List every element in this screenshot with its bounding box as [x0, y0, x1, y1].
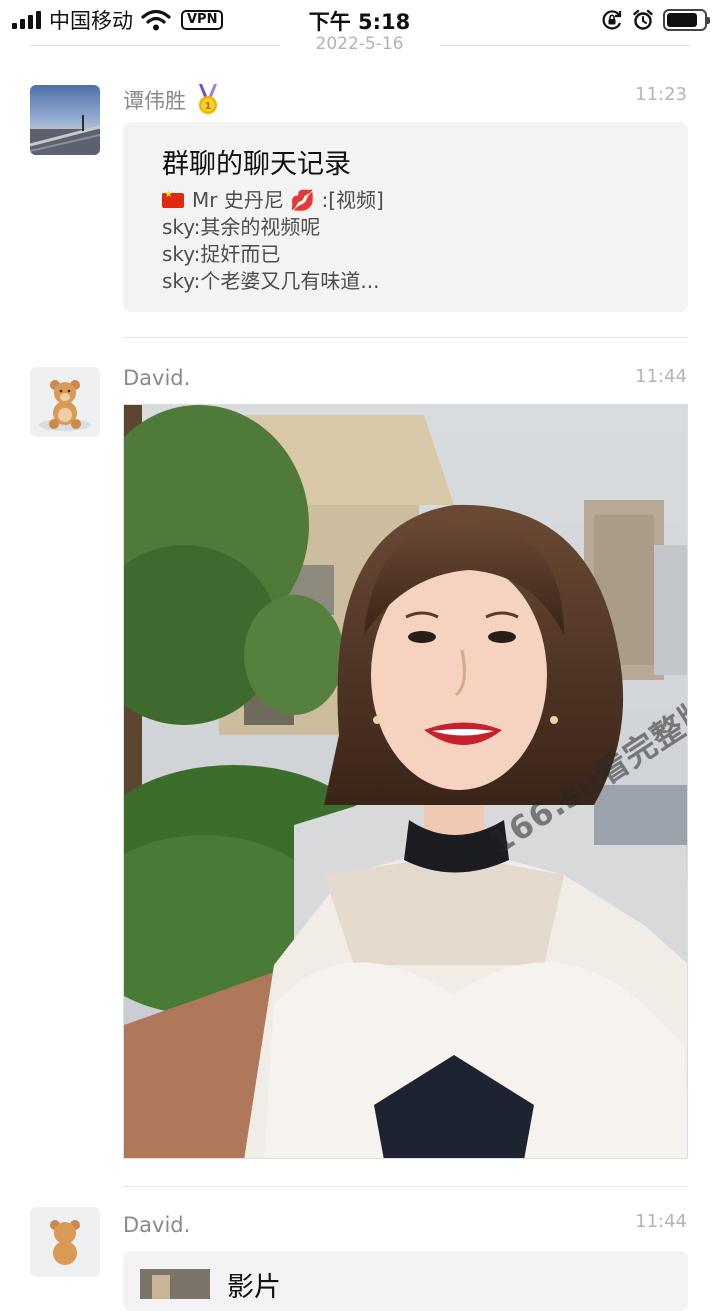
sender-avatar[interactable] [30, 1207, 100, 1277]
image-message[interactable]: 166.su看完整版 [123, 404, 688, 1159]
record-line: Mr 史丹尼 💋 :[视频] [162, 184, 384, 213]
alarm-icon [633, 9, 653, 30]
status-right [601, 7, 710, 33]
sender-avatar[interactable] [30, 367, 100, 437]
record-line: sky:其余的视频呢 [162, 215, 321, 239]
sender-name: 谭伟胜 [123, 89, 186, 113]
message-item: David. 11:44 影片 [0, 1207, 719, 1311]
battery-icon [663, 9, 710, 31]
record-line: sky:捉奸而已 [162, 242, 281, 266]
divider-line [440, 45, 690, 46]
svg-text:1: 1 [204, 101, 211, 112]
chat-record-card[interactable]: 影片 [123, 1251, 688, 1311]
sender-name: David. [123, 366, 191, 390]
message-item: David. 11:44 166.su看完整版 [0, 360, 719, 1190]
sender-name: David. [123, 1213, 191, 1237]
message-time: 11:23 [635, 84, 687, 105]
message-time: 11:44 [635, 1211, 687, 1232]
teddy-bear-avatar [30, 1207, 100, 1277]
rotation-lock-icon [602, 10, 622, 30]
record-title: 群聊的聊天记录 [162, 149, 351, 180]
chat-record-card[interactable]: 群聊的聊天记录 Mr 史丹尼 💋 :[视频] sky:其余的视频呢 sky:捉奸… [123, 122, 688, 312]
sender-name-row: 谭伟胜 1 [123, 84, 221, 116]
sunset-road-avatar [30, 85, 100, 155]
date-divider: 2022-5-16 [0, 33, 719, 57]
medal-icon: 1 [198, 84, 217, 114]
record-title: 影片 [227, 1272, 281, 1303]
date-label: 2022-5-16 [315, 34, 404, 54]
teddy-bear-avatar [30, 367, 100, 437]
message-divider [123, 1186, 688, 1187]
message-divider [123, 337, 688, 338]
message-item: 谭伟胜 1 11:23 群聊的聊天记录 Mr 史丹尼 💋 :[视频] sky:其… [0, 80, 719, 340]
sender-avatar[interactable] [30, 85, 100, 155]
message-time: 11:44 [635, 366, 687, 387]
video-thumbnail [140, 1269, 210, 1299]
record-line: sky:个老婆又几有味道... [162, 269, 380, 293]
china-flag-icon [162, 189, 184, 208]
